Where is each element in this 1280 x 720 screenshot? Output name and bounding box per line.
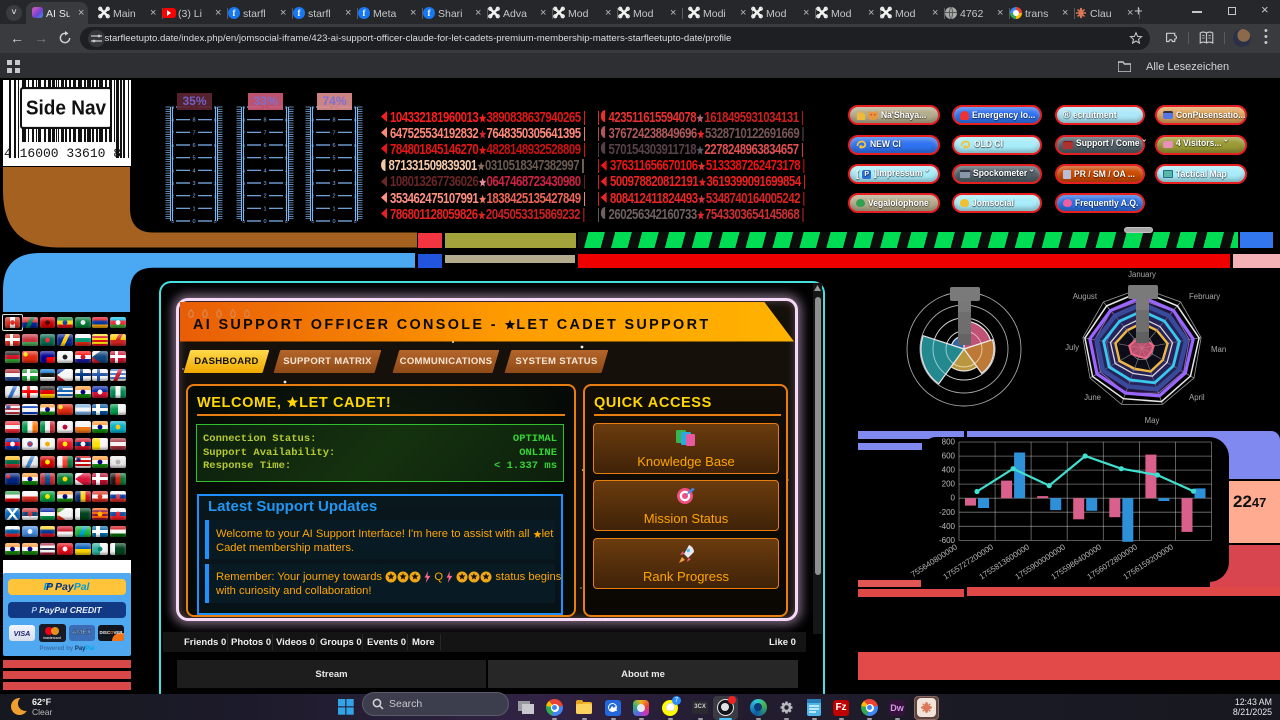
- svg-text:800: 800: [942, 438, 956, 447]
- svg-text:400: 400: [942, 466, 956, 475]
- svg-text:600: 600: [942, 452, 956, 461]
- svg-text:-400: -400: [939, 522, 956, 531]
- svg-text:-200: -200: [939, 508, 956, 517]
- svg-text:0: 0: [951, 494, 956, 503]
- svg-text:200: 200: [942, 480, 956, 489]
